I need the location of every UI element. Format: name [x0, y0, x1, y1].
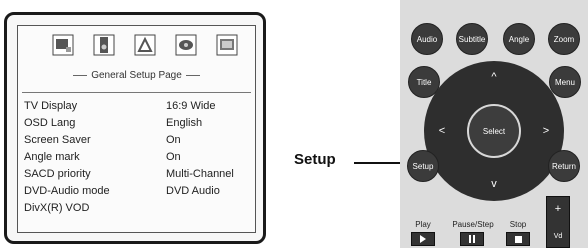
volume-plus-label: +	[554, 203, 562, 215]
setting-value: On	[166, 151, 181, 163]
angle-button[interactable]: Angle	[503, 23, 535, 55]
up-arrow-button[interactable]: ^	[486, 69, 502, 85]
setting-label: Screen Saver	[24, 134, 91, 146]
setting-row[interactable]: DVD-Audio mode DVD Audio	[24, 185, 254, 202]
pause-step-button[interactable]	[460, 232, 484, 246]
play-label: Play	[415, 220, 431, 229]
osd-menu: General Setup Page TV Display 16:9 Wide …	[17, 25, 256, 233]
stop-button[interactable]	[506, 232, 530, 246]
setup-callout-label: Setup	[294, 151, 336, 168]
video-setup-icon[interactable]	[175, 34, 197, 56]
general-setup-icon[interactable]	[52, 34, 74, 56]
preference-icon[interactable]	[216, 34, 238, 56]
setting-row[interactable]: TV Display 16:9 Wide	[24, 100, 254, 117]
speaker-setup-icon[interactable]	[93, 34, 115, 56]
stop-icon	[514, 235, 522, 243]
setting-label: SACD priority	[24, 168, 91, 180]
pause-step-label: Pause/Step	[452, 220, 494, 229]
zoom-button[interactable]: Zoom	[548, 23, 580, 55]
setting-row[interactable]: Screen Saver On	[24, 134, 254, 151]
setting-row[interactable]: DivX(R) VOD	[24, 202, 254, 219]
audio-button[interactable]: Audio	[411, 23, 443, 55]
setting-value: 16:9 Wide	[166, 100, 216, 112]
setting-label: DVD-Audio mode	[24, 185, 110, 197]
callout-pointer-line	[354, 162, 404, 164]
setting-label: Angle mark	[24, 151, 80, 163]
setting-value: English	[166, 117, 203, 129]
subtitle-button[interactable]: Subtitle	[456, 23, 488, 55]
return-button[interactable]: Return	[548, 150, 580, 182]
down-arrow-button[interactable]: v	[486, 176, 502, 192]
volume-label: Vd	[553, 233, 563, 240]
page-title: General Setup Page	[18, 70, 255, 86]
title-divider	[22, 92, 251, 93]
setting-row[interactable]: SACD priority Multi-Channel	[24, 168, 254, 185]
navigation-pad: ^ v < > Select	[424, 61, 564, 201]
setting-row[interactable]: OSD Lang English	[24, 117, 254, 134]
stop-label: Stop	[509, 220, 527, 229]
setup-icon-row	[18, 30, 255, 60]
setting-label: TV Display	[24, 100, 78, 112]
setting-value: Multi-Channel	[166, 168, 234, 180]
setup-button[interactable]: Setup	[407, 150, 439, 182]
select-button[interactable]: Select	[467, 104, 521, 158]
play-icon	[420, 235, 426, 243]
pause-icon	[469, 235, 475, 243]
osd-screen: General Setup Page TV Display 16:9 Wide …	[4, 12, 266, 244]
audio-setup-icon[interactable]	[134, 34, 156, 56]
setting-label: DivX(R) VOD	[24, 202, 90, 214]
setting-label: OSD Lang	[24, 117, 76, 129]
right-arrow-button[interactable]: >	[538, 123, 554, 139]
setting-value: DVD Audio	[166, 185, 220, 197]
setting-value: On	[166, 134, 181, 146]
setting-row[interactable]: Angle mark On	[24, 151, 254, 168]
left-arrow-button[interactable]: <	[434, 123, 450, 139]
volume-button[interactable]: + Vd	[546, 196, 570, 248]
play-button[interactable]	[411, 232, 435, 246]
settings-list: TV Display 16:9 Wide OSD Lang English Sc…	[24, 100, 254, 219]
